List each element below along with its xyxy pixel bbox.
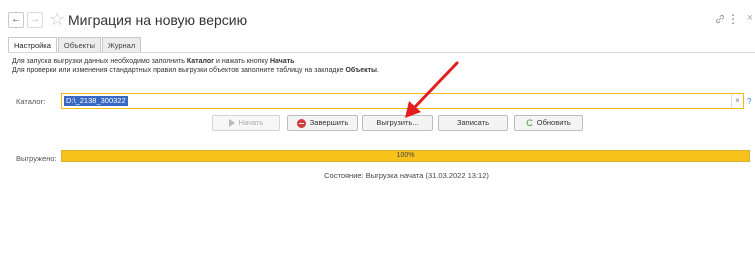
catalog-label: Каталог: [16,97,46,106]
tab-log[interactable]: Журнал [101,37,142,53]
forward-button[interactable]: → [27,12,43,28]
catalog-value[interactable]: D:\_2138_300322 [64,96,128,106]
hint-bold-catalog: Каталог [186,58,215,65]
start-button[interactable]: Начать [212,115,280,131]
link-icon[interactable] [715,13,725,27]
export-button-label: Выгрузить... [376,118,419,127]
tab-objects[interactable]: Объекты [57,37,101,53]
finish-button[interactable]: Завершить [287,115,358,131]
more-menu-icon[interactable]: ⋮ [727,12,739,26]
hint-text: . [377,67,379,74]
tab-bar: Настройка Объекты Журнал [8,37,142,53]
hint-bold-objects: Объекты [345,67,378,74]
catalog-input[interactable]: D:\_2138_300322 × [61,93,744,109]
tab-settings[interactable]: Настройка [8,37,57,53]
tab-divider [8,52,755,53]
progress-label: Выгружено: [16,154,57,163]
window-title: Миграция на новую версию [68,12,248,28]
progress-bar: 100% [61,150,750,162]
close-icon[interactable]: × [747,12,753,24]
refresh-button[interactable]: C Обновить [514,115,583,131]
link-icon-svg [716,14,724,24]
hint-text: Для проверки или изменения стандартных п… [12,67,346,74]
start-button-label: Начать [238,118,264,127]
hint-line-1: Для запуска выгрузки данных необходимо з… [12,58,294,65]
hint-text: и нажать кнопку [214,58,270,65]
play-icon [228,119,235,127]
help-icon[interactable]: ? [747,97,751,106]
hint-text: Для запуска выгрузки данных необходимо з… [12,58,187,65]
save-button-label: Записать [456,118,490,127]
export-button[interactable]: Выгрузить... [362,115,433,131]
arrow-left-icon: ← [11,14,21,25]
status-text: Состояние: Выгрузка начата (31.03.2022 1… [324,171,489,180]
window-titlebar: ← → ☆ Миграция на новую версию ⋮ × [0,0,755,34]
refresh-button-label: Обновить [536,118,571,127]
back-button[interactable]: ← [8,12,24,28]
finish-button-label: Завершить [309,118,349,127]
favorite-star-icon[interactable]: ☆ [49,9,65,29]
hint-bold-start: Начать [270,58,295,65]
hint-line-2: Для проверки или изменения стандартных п… [12,67,379,74]
clear-icon[interactable]: × [731,94,743,108]
arrow-right-icon: → [30,14,40,25]
stop-icon [296,118,306,128]
save-button[interactable]: Записать [438,115,508,131]
progress-percent: 100% [396,152,415,159]
refresh-icon: C [526,118,533,128]
